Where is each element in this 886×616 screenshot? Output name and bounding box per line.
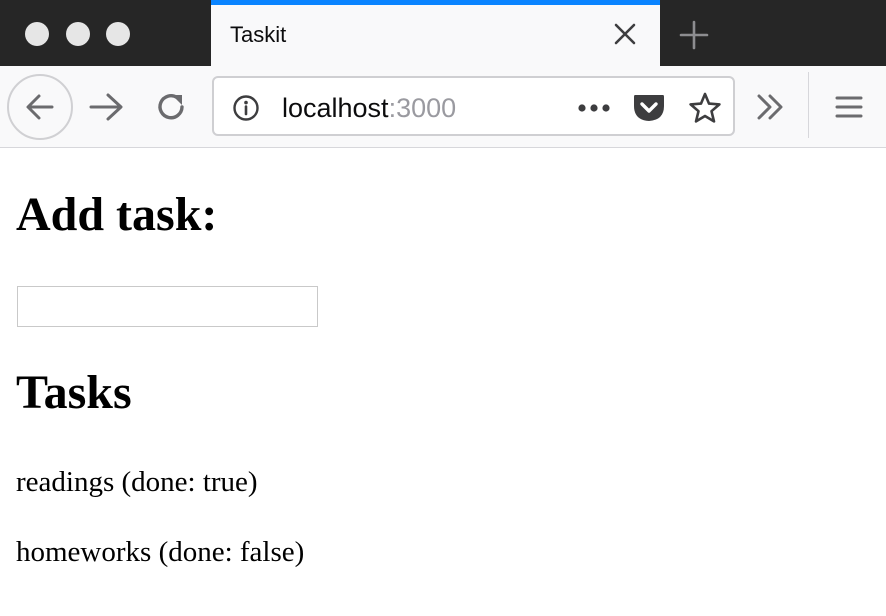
back-button[interactable] xyxy=(7,74,73,140)
more-horizontal-icon[interactable] xyxy=(576,98,612,118)
window-close-button[interactable] xyxy=(25,22,49,46)
window-minimize-button[interactable] xyxy=(66,22,90,46)
toolbar-separator xyxy=(808,72,809,138)
url-port: :3000 xyxy=(388,93,457,123)
overflow-button[interactable] xyxy=(754,90,788,124)
menu-button[interactable] xyxy=(832,90,866,124)
reload-icon xyxy=(158,94,184,120)
star-icon[interactable] xyxy=(688,91,722,125)
forward-button[interactable] xyxy=(86,88,126,126)
arrow-right-icon xyxy=(89,93,123,121)
tab-strip: Taskit xyxy=(0,0,886,66)
chevron-double-right-icon xyxy=(757,94,783,120)
task-item: homeworks (done: false) xyxy=(16,536,305,568)
window-zoom-button[interactable] xyxy=(106,22,130,46)
tasks-heading: Tasks xyxy=(16,366,132,419)
pocket-icon[interactable] xyxy=(632,92,666,124)
navigation-toolbar: localhost:3000 xyxy=(0,66,886,148)
arrow-left-icon xyxy=(26,94,54,120)
task-input[interactable] xyxy=(17,286,318,327)
url-bar[interactable]: localhost:3000 xyxy=(212,76,735,136)
tab-active-indicator xyxy=(211,0,660,5)
add-task-heading: Add task: xyxy=(16,188,218,241)
reload-button[interactable] xyxy=(152,88,190,126)
info-icon[interactable] xyxy=(232,94,260,122)
task-item: readings (done: true) xyxy=(16,466,258,498)
tab-taskit[interactable]: Taskit xyxy=(211,0,660,66)
tab-title: Taskit xyxy=(230,22,287,47)
hamburger-menu-icon xyxy=(835,96,863,118)
url-host: localhost xyxy=(282,93,389,123)
plus-icon[interactable] xyxy=(679,20,709,50)
close-icon[interactable] xyxy=(613,22,637,46)
page-content: Add task: Tasks readings (done: true) ho… xyxy=(0,149,886,616)
url-text[interactable]: localhost:3000 xyxy=(282,92,456,124)
